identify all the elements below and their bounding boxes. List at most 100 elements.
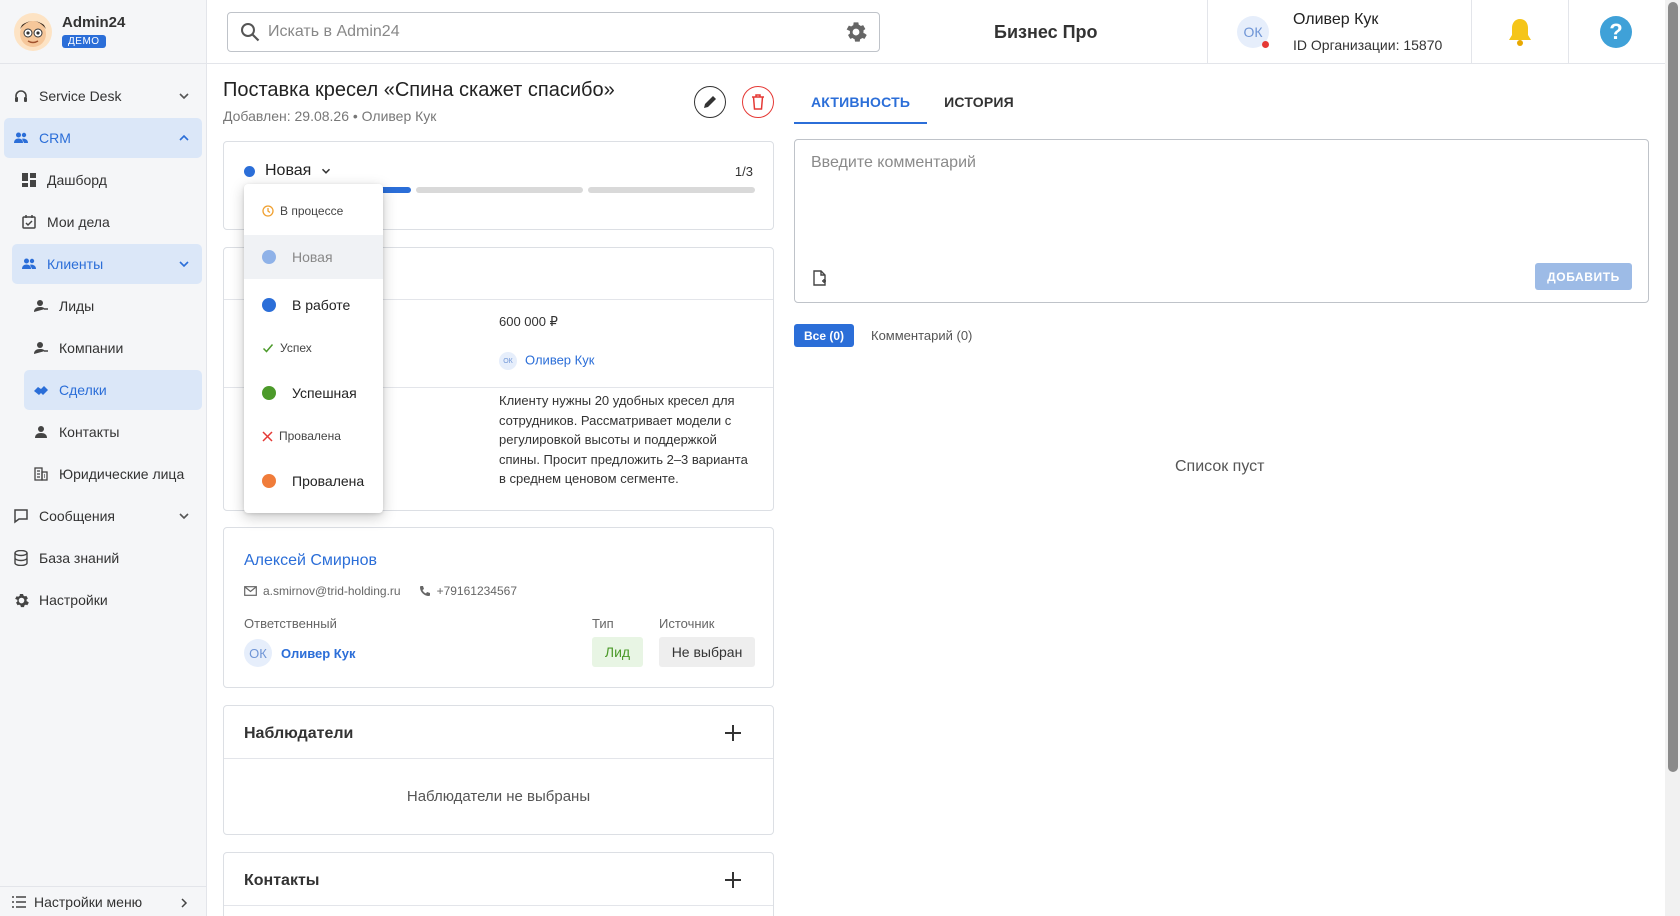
deal-title: Поставка кресел «Спина скажет спасибо» xyxy=(223,79,615,101)
search-box[interactable] xyxy=(227,12,880,52)
menu-settings-label: Настройки меню xyxy=(34,893,143,910)
sidebar-item-settings[interactable]: Настройки xyxy=(4,580,202,620)
online-status-dot xyxy=(1262,41,1269,48)
client-email[interactable]: a.smirnov@trid-holding.ru xyxy=(263,584,401,598)
responsible-label: Ответственный xyxy=(244,616,337,631)
sidebar-item-contacts[interactable]: Контакты xyxy=(24,412,202,452)
owner-link[interactable]: Оливер Кук xyxy=(525,352,594,367)
attach-file-icon[interactable] xyxy=(813,270,827,286)
status-option-new[interactable]: Новая xyxy=(244,235,383,279)
pencil-icon xyxy=(704,96,716,108)
dashboard-icon xyxy=(21,172,37,188)
sidebar-item-label: Клиенты xyxy=(47,256,104,272)
help-icon[interactable]: ? xyxy=(1600,16,1632,48)
search-icon xyxy=(241,23,260,42)
plus-icon xyxy=(725,872,741,888)
sidebar-item-label: Настройки xyxy=(39,592,108,608)
responsible[interactable]: ОК Оливер Кук xyxy=(244,639,355,667)
edit-button[interactable] xyxy=(694,86,726,118)
status-dot xyxy=(244,165,255,177)
status-dot xyxy=(262,474,276,488)
sidebar-item-dashboard[interactable]: Дашборд xyxy=(12,160,202,200)
add-observer-button[interactable] xyxy=(725,721,741,743)
trash-icon xyxy=(752,94,764,110)
search-input[interactable] xyxy=(268,23,845,41)
sidebar-item-label: Мои дела xyxy=(47,214,110,230)
gear-icon xyxy=(13,592,29,608)
responsible-link[interactable]: Оливер Кук xyxy=(281,646,355,661)
sidebar-item-label: Компании xyxy=(59,340,124,356)
divider xyxy=(224,905,773,906)
option-label: Успешная xyxy=(292,385,357,401)
sidebar-item-service-desk[interactable]: Service Desk xyxy=(4,76,202,116)
sidebar-item-knowledge-base[interactable]: База знаний xyxy=(4,538,202,578)
filter-comments[interactable]: Комментарий (0) xyxy=(871,328,972,343)
group-label: Успех xyxy=(280,341,312,355)
user-name[interactable]: Оливер Кук xyxy=(1293,11,1378,29)
sidebar-item-crm[interactable]: CRM xyxy=(4,118,202,158)
add-comment-button[interactable]: ДОБАВИТЬ xyxy=(1535,263,1632,290)
people-icon xyxy=(13,130,29,146)
delete-button[interactable] xyxy=(742,86,774,118)
tab-activity[interactable]: АКТИВНОСТЬ xyxy=(794,88,928,124)
sidebar-item-legal-entities[interactable]: Юридические лица xyxy=(24,454,202,494)
status-option-failed[interactable]: Провалена xyxy=(244,459,383,503)
deal-amount: 600 000 ₽ xyxy=(499,314,558,329)
deal-subtitle: Добавлен: 29.08.26 • Оливер Кук xyxy=(223,108,437,124)
comment-box: ДОБАВИТЬ xyxy=(794,139,1649,303)
chat-icon xyxy=(13,508,29,524)
add-contact-button[interactable] xyxy=(725,868,741,890)
check-icon xyxy=(262,344,274,353)
sidebar-item-label: Сообщения xyxy=(39,508,115,524)
sidebar-item-deals[interactable]: Сделки xyxy=(24,370,202,410)
group-failed: Провалена xyxy=(262,429,341,443)
plus-icon xyxy=(725,725,741,741)
sidebar-item-label: Юридические лица xyxy=(59,466,185,482)
owner-avatar: ОК xyxy=(499,352,517,370)
client-phone[interactable]: +79161234567 xyxy=(437,584,517,598)
group-in-progress: В процессе xyxy=(262,204,343,218)
tab-history[interactable]: ИСТОРИЯ xyxy=(927,88,1031,124)
status-option-success[interactable]: Успешная xyxy=(244,371,383,415)
sidebar-item-companies[interactable]: Компании xyxy=(24,328,202,368)
filter-all[interactable]: Все (0) xyxy=(794,324,854,347)
deal-description: Клиенту нужны 20 удобных кресел для сотр… xyxy=(499,393,748,486)
status-select[interactable]: Новая xyxy=(244,162,333,180)
contacts-card: Контакты xyxy=(223,852,774,916)
database-icon xyxy=(13,550,29,566)
top-bar: Бизнес Про ОК Оливер Кук ID Организации:… xyxy=(207,0,1665,64)
menu-settings-button[interactable]: Настройки меню xyxy=(0,886,206,916)
status-option-in-work[interactable]: В работе xyxy=(244,283,383,327)
status-dot xyxy=(262,298,276,312)
group-success: Успех xyxy=(262,341,312,355)
bell-icon[interactable] xyxy=(1505,16,1535,48)
option-label: В работе xyxy=(292,297,351,313)
sidebar-item-messages[interactable]: Сообщения xyxy=(4,496,202,536)
status-value: Новая xyxy=(265,162,312,179)
page-scrollbar[interactable] xyxy=(1665,0,1680,916)
option-label: Провалена xyxy=(292,473,365,489)
mail-icon xyxy=(244,586,257,596)
gear-icon[interactable] xyxy=(845,21,867,43)
sidebar-item-my-tasks[interactable]: Мои дела xyxy=(12,202,202,242)
sidebar-item-label: Сделки xyxy=(59,382,107,398)
scrollbar-thumb[interactable] xyxy=(1668,2,1678,772)
person-icon xyxy=(33,424,49,440)
group-label: Провалена xyxy=(279,429,341,443)
chevron-down-icon xyxy=(179,93,189,100)
client-name-link[interactable]: Алексей Смирнов xyxy=(244,552,377,570)
sidebar-item-clients[interactable]: Клиенты xyxy=(12,244,202,284)
group-label: В процессе xyxy=(280,204,344,218)
status-dot xyxy=(262,250,276,264)
sidebar-item-label: Лиды xyxy=(59,298,95,314)
sidebar-item-label: База знаний xyxy=(39,550,120,566)
progress-segment xyxy=(588,187,755,193)
comment-input[interactable] xyxy=(811,154,1631,234)
activity-empty: Список пуст xyxy=(1175,458,1265,475)
contacts-title: Контакты xyxy=(244,872,320,889)
deal-owner[interactable]: ОК Оливер Кук xyxy=(499,352,594,370)
source-chip[interactable]: Не выбран xyxy=(659,637,755,667)
sidebar-item-leads[interactable]: Лиды xyxy=(24,286,202,326)
chevron-down-icon xyxy=(322,168,331,174)
header-divider xyxy=(1471,0,1472,64)
